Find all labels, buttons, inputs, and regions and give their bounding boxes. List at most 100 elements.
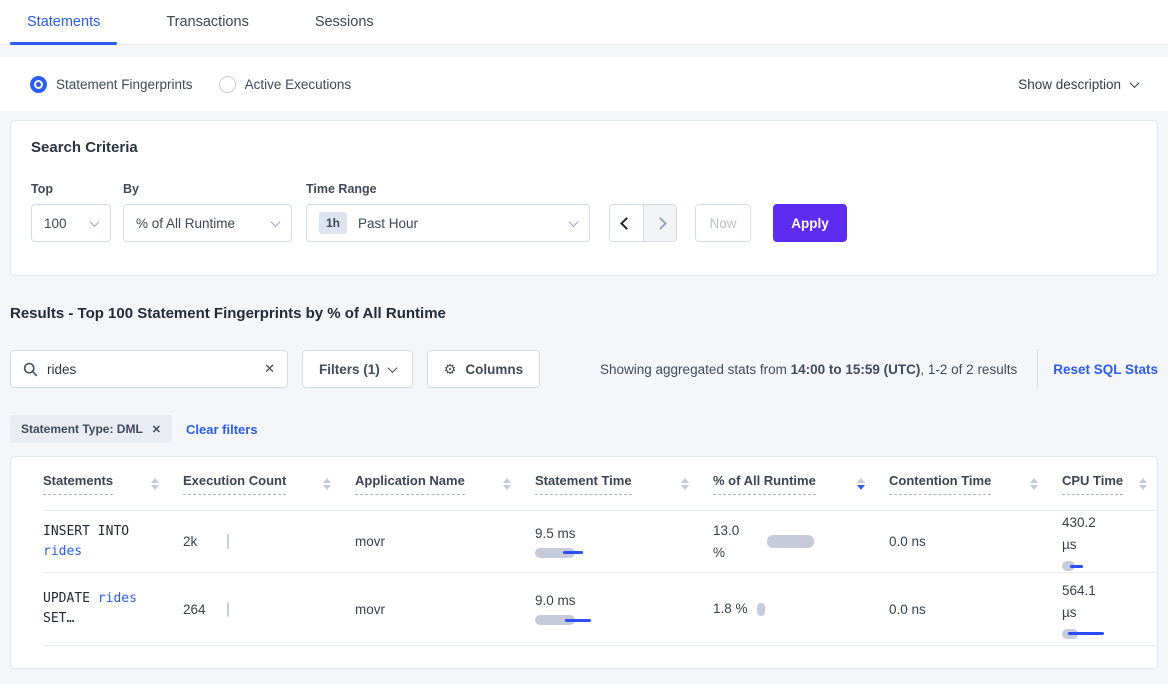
col-header-statement-time[interactable]: Statement Time <box>535 473 713 495</box>
by-select[interactable]: % of All Runtime <box>123 204 292 242</box>
sort-icon[interactable] <box>1030 478 1038 490</box>
cpu-time-bar <box>1062 629 1132 639</box>
remove-filter-icon[interactable]: ✕ <box>152 423 161 436</box>
tab-transactions[interactable]: Transactions <box>166 0 248 44</box>
radio-active-executions[interactable]: Active Executions <box>219 76 352 93</box>
radio-selected-icon <box>30 76 47 93</box>
by-select-value: % of All Runtime <box>136 216 235 231</box>
runtime-pct-cell: 13.0 % <box>713 520 889 564</box>
divider <box>1037 349 1038 389</box>
show-description-toggle[interactable]: Show description <box>1018 77 1138 92</box>
gear-icon: ⚙ <box>444 361 457 378</box>
results-heading: Results - Top 100 Statement Fingerprints… <box>10 305 1158 322</box>
col-header-statements[interactable]: Statements <box>43 473 183 495</box>
table-row: UPDATE rides SET… 264 movr 9.0 ms 1.8 % … <box>43 573 1157 646</box>
runtime-pct-bar <box>757 603 765 616</box>
reset-sql-stats-link[interactable]: Reset SQL Stats <box>1053 362 1158 377</box>
by-field: By % of All Runtime <box>123 182 292 242</box>
sort-icon[interactable] <box>681 478 689 490</box>
execution-count-cell: 2k <box>183 534 355 549</box>
radio-unselected-icon <box>219 76 236 93</box>
application-name-cell: movr <box>355 534 535 549</box>
view-radio-group: Statement Fingerprints Active Executions <box>30 76 351 93</box>
chevron-right-icon <box>654 217 667 230</box>
time-range-label: Time Range <box>306 182 590 196</box>
statement-time-bar <box>535 548 605 558</box>
chevron-down-icon <box>271 217 281 227</box>
sort-icon[interactable] <box>503 478 511 490</box>
columns-label: Columns <box>465 362 523 377</box>
chevron-down-icon <box>1130 78 1140 88</box>
cpu-time-cell: 430.2 µs <box>1062 512 1157 571</box>
search-icon <box>23 362 38 377</box>
time-nav-group <box>609 204 677 242</box>
show-description-label: Show description <box>1018 77 1121 92</box>
sql-activity-tab-bar: Statements Transactions Sessions <box>0 0 1168 45</box>
table-row: INSERT INTO rides 2k movr 9.5 ms 13.0 % … <box>43 511 1157 573</box>
search-input[interactable] <box>47 362 264 377</box>
application-name-cell: movr <box>355 602 535 617</box>
filter-pill-statement-type: Statement Type: DML ✕ <box>10 415 172 443</box>
execution-count-bar <box>227 602 229 617</box>
sort-icon[interactable] <box>1139 478 1147 490</box>
clear-search-icon[interactable]: ✕ <box>264 361 275 377</box>
chevron-down-icon <box>387 363 397 373</box>
table-header-row: Statements Execution Count Application N… <box>43 457 1157 511</box>
chevron-down-icon <box>569 217 579 227</box>
view-mode-bar: Statement Fingerprints Active Executions… <box>0 57 1168 111</box>
cpu-time-cell: 564.1 µs <box>1062 580 1157 639</box>
results-toolbar: ✕ Filters (1) ⚙ Columns Showing aggregat… <box>10 349 1158 389</box>
tab-statements[interactable]: Statements <box>27 0 100 44</box>
sort-icon[interactable] <box>151 478 159 490</box>
top-label: Top <box>31 182 111 196</box>
time-range-value: Past Hour <box>358 216 418 231</box>
sort-icon[interactable] <box>323 478 331 490</box>
search-criteria-title: Search Criteria <box>31 139 1137 156</box>
col-header-application-name[interactable]: Application Name <box>355 473 535 495</box>
chevron-left-icon <box>620 217 633 230</box>
columns-button[interactable]: ⚙ Columns <box>427 350 540 388</box>
radio-label: Active Executions <box>245 77 352 92</box>
time-next-button-disabled[interactable] <box>643 205 676 241</box>
time-prev-button[interactable] <box>610 205 643 241</box>
table-link-rides[interactable]: rides <box>98 591 137 606</box>
by-label: By <box>123 182 292 196</box>
apply-button[interactable]: Apply <box>773 204 847 242</box>
contention-time-cell: 0.0 ns <box>889 534 1062 549</box>
tab-sessions[interactable]: Sessions <box>315 0 374 44</box>
statement-fingerprint-link[interactable]: UPDATE rides SET… <box>43 589 183 629</box>
contention-time-cell: 0.0 ns <box>889 602 1062 617</box>
statement-time-cell: 9.5 ms <box>535 526 713 558</box>
col-header-execution-count[interactable]: Execution Count <box>183 473 355 495</box>
statement-time-cell: 9.0 ms <box>535 593 713 625</box>
statements-table: Statements Execution Count Application N… <box>10 456 1158 669</box>
search-box: ✕ <box>10 350 288 388</box>
time-range-field: Time Range 1h Past Hour <box>306 182 590 242</box>
top-field: Top 100 <box>31 182 111 242</box>
execution-count-bar <box>227 534 229 549</box>
radio-statement-fingerprints[interactable]: Statement Fingerprints <box>30 76 193 93</box>
time-range-badge: 1h <box>319 212 347 234</box>
time-range-select[interactable]: 1h Past Hour <box>306 204 590 242</box>
runtime-pct-cell: 1.8 % <box>713 598 889 620</box>
top-select[interactable]: 100 <box>31 204 111 242</box>
radio-label: Statement Fingerprints <box>56 77 193 92</box>
aggregated-stats-text: Showing aggregated stats from 14:00 to 1… <box>600 362 1017 377</box>
statement-time-bar <box>535 615 605 625</box>
clear-filters-link[interactable]: Clear filters <box>186 422 258 437</box>
col-header-cpu-time[interactable]: CPU Time <box>1062 473 1157 495</box>
chevron-down-icon <box>90 217 100 227</box>
runtime-pct-bar <box>767 535 814 548</box>
filter-pills-row: Statement Type: DML ✕ Clear filters <box>10 415 1158 443</box>
col-header-contention-time[interactable]: Contention Time <box>889 473 1062 495</box>
col-header-runtime-pct[interactable]: % of All Runtime <box>713 473 889 495</box>
filters-button[interactable]: Filters (1) <box>302 350 413 388</box>
statement-fingerprint-link[interactable]: INSERT INTO rides <box>43 522 183 562</box>
table-link-rides[interactable]: rides <box>43 544 82 559</box>
execution-count-cell: 264 <box>183 602 355 617</box>
top-select-value: 100 <box>44 216 67 231</box>
filters-label: Filters (1) <box>319 362 380 377</box>
filter-pill-label: Statement Type: DML <box>21 422 143 436</box>
sort-icon-active-desc[interactable] <box>857 478 865 490</box>
now-button[interactable]: Now <box>695 204 751 242</box>
